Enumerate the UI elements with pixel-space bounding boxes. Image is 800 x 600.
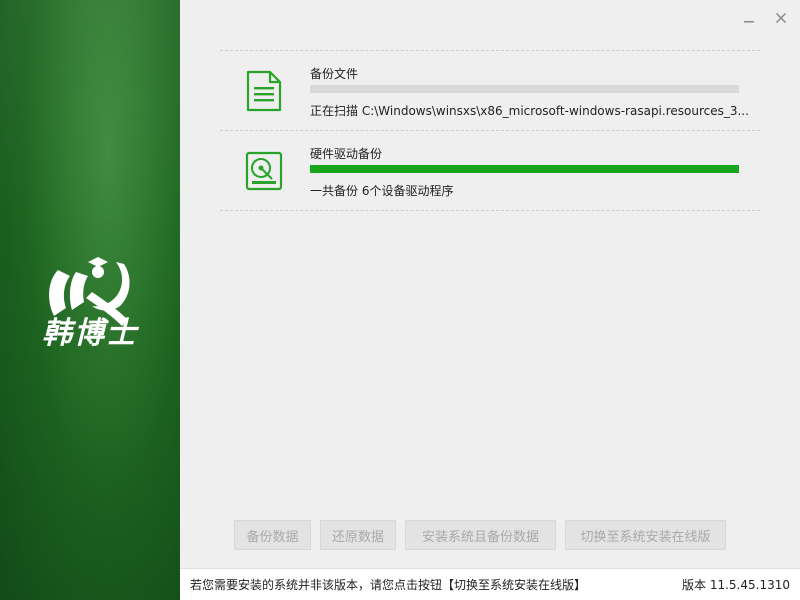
brand-sidebar: 韩博士 [0, 0, 180, 600]
install-and-backup-button[interactable]: 安装系统且备份数据 [405, 520, 556, 550]
progress-bar [310, 85, 739, 93]
minimize-button[interactable] [738, 8, 760, 28]
task-driver-backup: 硬件驱动备份 一共备份 6个设备驱动程序 [220, 131, 760, 210]
task-title: 备份文件 [310, 67, 359, 81]
task-status: 正在扫描 C:\Windows\winsxs\x86_microsoft-win… [310, 104, 749, 118]
divider [220, 210, 760, 211]
footer-bar: 若您需要安装的系统并非该版本，请您点击按钮【切换至系统安装在线版】 版本 11.… [180, 568, 800, 600]
hard-drive-icon [245, 151, 283, 191]
backup-data-button[interactable]: 备份数据 [234, 520, 311, 550]
restore-data-button[interactable]: 还原数据 [320, 520, 396, 550]
version-label: 版本 11.5.45.1310 [682, 578, 790, 592]
brand-name: 韩博士 [42, 316, 138, 351]
close-button[interactable] [770, 8, 792, 28]
footer-hint: 若您需要安装的系统并非该版本，请您点击按钮【切换至系统安装在线版】 [190, 578, 587, 592]
task-list: 备份文件 正在扫描 C:\Windows\winsxs\x86_microsof… [220, 50, 760, 211]
switch-online-version-button[interactable]: 切换至系统安装在线版 [565, 520, 726, 550]
minimize-icon [744, 21, 754, 23]
progress-bar [310, 165, 739, 173]
progress-fill [310, 165, 739, 173]
close-icon [775, 12, 787, 24]
task-status: 一共备份 6个设备驱动程序 [310, 184, 454, 198]
document-icon [246, 70, 282, 112]
task-title: 硬件驱动备份 [310, 147, 383, 161]
task-backup-files: 备份文件 正在扫描 C:\Windows\winsxs\x86_microsof… [220, 51, 760, 130]
